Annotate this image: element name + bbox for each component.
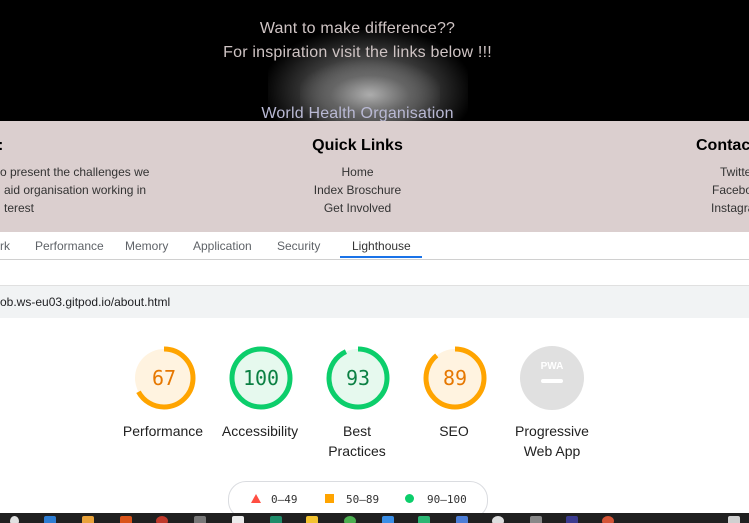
tab-security[interactable]: Security <box>277 239 320 253</box>
site-footer: : o present the challenges we aid organi… <box>0 121 749 232</box>
app-icon[interactable] <box>530 516 542 523</box>
legend-pass-range: 90–100 <box>427 493 467 506</box>
who-link[interactable]: World Health Organisation <box>0 105 715 121</box>
audited-url: ob.ws-eu03.gitpod.io/about.html <box>0 295 171 309</box>
gauge-best-practices[interactable]: 93 <box>325 345 391 411</box>
average-square-icon <box>325 494 334 503</box>
app-icon[interactable] <box>82 516 94 523</box>
gauge-accessibility[interactable]: 100 <box>228 345 294 411</box>
legend-fail-range: 0–49 <box>271 493 298 506</box>
pwa-badge-icon: PWA <box>520 346 584 410</box>
gauge-performance[interactable]: 67 <box>131 345 197 411</box>
seo-label: SEO <box>439 423 469 439</box>
tray-icon[interactable] <box>728 516 740 523</box>
best-practices-score: 93 <box>345 366 371 390</box>
pass-circle-icon <box>405 494 414 503</box>
hero-subheading: For inspiration visit the links below !!… <box>223 44 492 61</box>
devtools-tab-bar: rk Performance Memory Application Securi… <box>0 232 749 260</box>
app-icon[interactable] <box>156 516 168 523</box>
seo-score: 89 <box>442 366 468 390</box>
legend-average-range: 50–89 <box>346 493 380 506</box>
app-icon[interactable] <box>232 516 244 523</box>
app-icon[interactable] <box>418 516 430 523</box>
os-taskbar <box>0 513 749 523</box>
performance-score: 67 <box>151 366 177 390</box>
hero-heading: Want to make difference?? <box>259 20 456 37</box>
active-tab-indicator <box>340 256 422 258</box>
accessibility-score: 100 <box>242 366 280 390</box>
svg-text:PWA: PWA <box>541 361 564 372</box>
footer-link-instagram[interactable]: Instagra <box>711 201 749 215</box>
app-icon[interactable] <box>492 516 504 523</box>
tab-performance[interactable]: Performance <box>35 239 104 253</box>
audited-url-bar: ob.ws-eu03.gitpod.io/about.html <box>0 285 749 318</box>
folder-icon[interactable] <box>306 516 318 523</box>
best-practices-label: Best Practices <box>328 423 386 459</box>
tab-memory[interactable]: Memory <box>125 239 168 253</box>
app-icon[interactable] <box>270 516 282 523</box>
app-icon[interactable] <box>566 516 578 523</box>
app-icon[interactable] <box>120 516 132 523</box>
chrome-icon[interactable] <box>344 516 356 523</box>
fail-triangle-icon <box>251 494 261 503</box>
contact-heading: Contac <box>696 137 749 154</box>
hero-banner: Want to make difference?? For inspiratio… <box>0 0 749 121</box>
app-icon[interactable] <box>602 516 614 523</box>
footer-link-get-involved[interactable]: Get Involved <box>0 201 715 215</box>
footer-link-facebook[interactable]: Facebo <box>712 183 749 197</box>
tab-application[interactable]: Application <box>193 239 252 253</box>
app-icon[interactable] <box>382 516 394 523</box>
gauge-seo[interactable]: 89 <box>422 345 488 411</box>
tab-network[interactable]: rk <box>0 239 10 253</box>
footer-link-home[interactable]: Home <box>0 165 715 179</box>
footer-link-twitter[interactable]: Twitte <box>720 165 749 179</box>
app-icon[interactable] <box>456 516 468 523</box>
footer-link-brochure[interactable]: Index Broschure <box>0 183 715 197</box>
accessibility-label: Accessibility <box>221 423 299 439</box>
search-icon[interactable] <box>10 516 19 523</box>
app-icon[interactable] <box>194 516 206 523</box>
tab-lighthouse[interactable]: Lighthouse <box>352 239 411 253</box>
pwa-label: Progressive Web App <box>515 423 589 459</box>
file-explorer-icon[interactable] <box>44 516 56 523</box>
gauge-pwa[interactable]: PWA <box>519 345 585 411</box>
quick-links-heading: Quick Links <box>312 137 403 154</box>
performance-label: Performance <box>122 423 204 439</box>
